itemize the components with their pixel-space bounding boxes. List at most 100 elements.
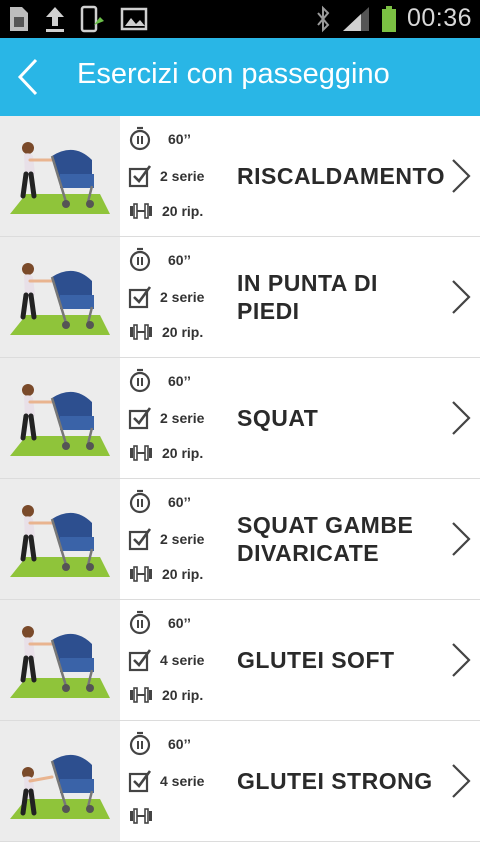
reps-info: 20 rip. [128, 324, 203, 340]
exercise-thumbnail [0, 600, 120, 720]
duration-label: 60’’ [168, 615, 191, 631]
duration-label: 60’’ [168, 131, 191, 147]
dumbbell-icon [130, 687, 152, 703]
open-exercise-chevron[interactable] [450, 642, 472, 678]
open-exercise-chevron[interactable] [450, 521, 472, 557]
sim-card-icon [10, 7, 28, 31]
open-exercise-chevron[interactable] [450, 279, 472, 315]
series-check-icon [128, 286, 152, 309]
duration-label: 60’’ [168, 373, 191, 389]
series-label: 2 serie [160, 168, 205, 184]
exercise-illustration [0, 600, 120, 720]
timer-icon [129, 731, 151, 756]
series-check-icon [128, 407, 152, 430]
chevron-right-icon [452, 522, 471, 556]
duration-info: 60’’ [128, 368, 191, 394]
exercise-row[interactable]: 60’’ 2 serie 20 rip. SQUAT [0, 358, 480, 479]
series-check-icon [128, 649, 152, 672]
back-button[interactable] [12, 54, 46, 100]
timer-icon [129, 489, 151, 514]
exercise-meta: 60’’ 4 serie 20 rip. [128, 600, 228, 720]
chevron-right-icon [452, 159, 471, 193]
exercise-name: IN PUNTA DI PIEDI [237, 270, 378, 324]
timer-icon [129, 247, 151, 272]
timer-icon [129, 368, 151, 393]
exercise-row[interactable]: 60’’ 2 serie 20 rip. RISCALDAMENTO [0, 116, 480, 237]
chevron-right-icon [452, 643, 471, 677]
duration-info: 60’’ [128, 126, 191, 152]
reps-info [128, 808, 162, 824]
exercise-thumbnail [0, 116, 120, 236]
exercise-name: GLUTEI SOFT [237, 647, 395, 673]
chevron-right-icon [452, 280, 471, 314]
series-info: 2 serie [128, 406, 204, 430]
reps-label: 20 rip. [162, 324, 204, 340]
reps-info: 20 rip. [128, 566, 203, 582]
series-info: 4 serie [128, 769, 204, 793]
exercise-thumbnail [0, 721, 120, 841]
exercise-name: SQUAT GAMBE DIVARICATE [237, 512, 414, 566]
exercise-meta: 60’’ 2 serie 20 rip. [128, 116, 228, 236]
exercise-illustration [0, 358, 120, 478]
timer-icon [129, 610, 151, 635]
dumbbell-icon [130, 566, 152, 582]
app-bar: Esercizi con passeggino [0, 38, 480, 116]
reps-label: 20 rip. [162, 566, 204, 582]
reps-info: 20 rip. [128, 687, 203, 703]
series-label: 2 serie [160, 410, 205, 426]
exercise-name: SQUAT [237, 405, 319, 431]
reps-info: 20 rip. [128, 445, 203, 461]
exercise-row[interactable]: 60’’ 2 serie 20 rip. SQUAT GAMBE DIVARIC… [0, 479, 480, 600]
series-check-icon [128, 528, 152, 551]
open-exercise-chevron[interactable] [450, 158, 472, 194]
series-info: 2 serie [128, 527, 204, 551]
reps-label: 20 rip. [162, 203, 204, 219]
dumbbell-icon [130, 445, 152, 461]
dumbbell-icon [130, 324, 152, 340]
bluetooth-icon [317, 5, 330, 32]
signal-icon [342, 6, 369, 31]
exercise-meta: 60’’ 2 serie 20 rip. [128, 237, 228, 357]
duration-info: 60’’ [128, 247, 191, 273]
open-exercise-chevron[interactable] [450, 763, 472, 799]
exercise-row[interactable]: 60’’ 2 serie 20 rip. IN PUNTA DI PIEDI [0, 237, 480, 358]
exercise-illustration [0, 237, 120, 357]
battery-icon [381, 5, 396, 32]
exercise-meta: 60’’ 4 serie [128, 721, 228, 841]
upload-icon [46, 7, 64, 32]
series-info: 2 serie [128, 164, 204, 188]
series-info: 2 serie [128, 285, 204, 309]
exercise-list: 60’’ 2 serie 20 rip. RISCALDAMENTO 60’’ … [0, 116, 480, 842]
exercise-meta: 60’’ 2 serie 20 rip. [128, 358, 228, 478]
series-label: 2 serie [160, 531, 205, 547]
phone-sync-icon [80, 5, 104, 33]
timer-icon [129, 126, 151, 151]
reps-label: 20 rip. [162, 445, 204, 461]
series-label: 4 serie [160, 773, 205, 789]
reps-label: 20 rip. [162, 687, 204, 703]
status-bar: 00:36 [0, 0, 480, 38]
exercise-thumbnail [0, 358, 120, 478]
exercise-illustration [0, 721, 120, 841]
exercise-illustration [0, 479, 120, 599]
duration-label: 60’’ [168, 736, 191, 752]
exercise-name: RISCALDAMENTO [237, 163, 445, 189]
exercise-row[interactable]: 60’’ 4 serie GLUTEI STRONG [0, 721, 480, 842]
reps-info: 20 rip. [128, 203, 203, 219]
exercise-illustration [0, 116, 120, 236]
exercise-thumbnail [0, 479, 120, 599]
duration-label: 60’’ [168, 494, 191, 510]
duration-label: 60’’ [168, 252, 191, 268]
duration-info: 60’’ [128, 610, 191, 636]
chevron-right-icon [452, 401, 471, 435]
image-icon [120, 7, 148, 31]
exercise-row[interactable]: 60’’ 4 serie 20 rip. GLUTEI SOFT [0, 600, 480, 721]
dumbbell-icon [130, 203, 152, 219]
open-exercise-chevron[interactable] [450, 400, 472, 436]
series-check-icon [128, 770, 152, 793]
page-title: Esercizi con passeggino [77, 58, 390, 90]
duration-info: 60’’ [128, 489, 191, 515]
series-info: 4 serie [128, 648, 204, 672]
duration-info: 60’’ [128, 731, 191, 757]
clock: 00:36 [406, 4, 472, 32]
